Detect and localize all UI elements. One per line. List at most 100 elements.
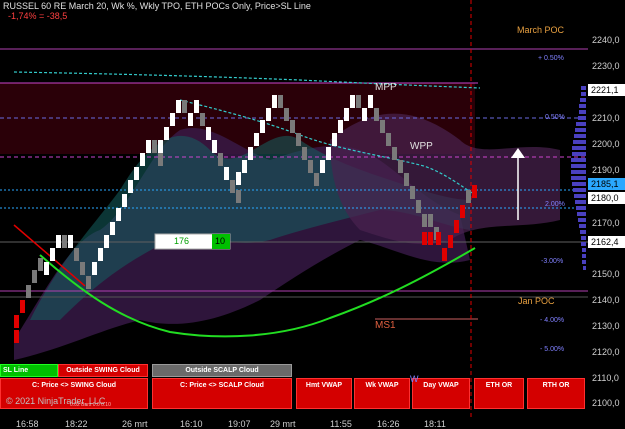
renko-bar (134, 167, 139, 180)
time-axis-label: 16:58 (16, 419, 39, 429)
day-vwap-label: Day VWAP (423, 382, 459, 389)
sl-line-button[interactable]: SL Line (0, 364, 58, 377)
price-axis-label: 2210,0 (592, 113, 620, 123)
profile-bar (572, 146, 586, 150)
profile-bar (581, 86, 586, 90)
price-tag-2221: 2221,1 (588, 84, 625, 96)
price-tag-current: 2185,1 (588, 178, 625, 190)
renko-bar (398, 160, 403, 173)
renko-bar (80, 262, 85, 275)
price-axis-label: 2110,0 (592, 373, 619, 383)
pct-label: 0.50% (545, 114, 565, 121)
renko-bar (68, 235, 73, 248)
renko-bar (436, 232, 441, 245)
copyright-text: © 2021 NinjaTrader, LLC (6, 396, 106, 406)
renko-bar (116, 208, 121, 221)
renko-bar (200, 113, 205, 126)
profile-bar (580, 98, 586, 102)
wk-vwap-button[interactable]: Wk VWAP (354, 378, 410, 409)
hmt-vwap-button[interactable]: Hmt VWAP (296, 378, 352, 409)
renko-bar (254, 133, 259, 146)
renko-bar (176, 100, 181, 113)
renko-bar (26, 285, 31, 298)
price-scalp-button[interactable]: C: Price <> SCALP Cloud (152, 378, 292, 409)
price-axis-label: 2120,0 (592, 347, 620, 357)
scalp-cloud-button[interactable]: Outside SCALP Cloud (152, 364, 292, 377)
profile-bar (575, 128, 586, 132)
day-vwap-button[interactable]: Day VWAP (412, 378, 470, 409)
purple-cloud (330, 113, 560, 245)
renko-bar (62, 235, 67, 248)
info-box-left-value: 176 (174, 236, 190, 246)
price-axis-label: 2130,0 (592, 321, 620, 331)
price-axis-label: 2140,0 (592, 295, 620, 305)
renko-bar (338, 120, 343, 133)
profile-bar (581, 236, 586, 240)
renko-bar (284, 108, 289, 121)
renko-bar (302, 147, 307, 160)
profile-bar (573, 140, 586, 144)
profile-bar (577, 212, 586, 216)
price-tag-2180: 2180,0 (588, 192, 625, 204)
renko-bar (188, 113, 193, 126)
renko-bar (230, 180, 235, 193)
wpp-label: WPP (410, 141, 433, 152)
renko-bar (170, 113, 175, 126)
renko-bar (272, 95, 277, 108)
renko-bar (110, 222, 115, 235)
renko-bar (422, 214, 427, 227)
renko-bar (146, 140, 151, 153)
renko-bar (236, 190, 241, 203)
renko-bar (74, 248, 79, 261)
profile-bar (582, 254, 586, 258)
renko-bar (368, 95, 373, 108)
rth-or-button[interactable]: RTH OR (527, 378, 585, 409)
renko-bar (460, 205, 465, 218)
price-axis-label: 2240,0 (592, 35, 620, 45)
profile-bar (571, 158, 586, 162)
profile-bar (579, 104, 586, 108)
swing-cloud-button[interactable]: Outside SWING Cloud (58, 364, 148, 377)
renko-bar (158, 140, 163, 153)
price-axis-label: 2150,0 (592, 269, 620, 279)
profile-bar (582, 248, 586, 252)
renko-bar (428, 214, 433, 227)
eth-or-label: ETH OR (485, 382, 513, 389)
time-axis-label: 11:55 (330, 419, 352, 429)
time-axis-label: 16:10 (180, 419, 203, 429)
renko-bar (428, 232, 433, 245)
price-axis-label: 2170,0 (592, 218, 620, 228)
renko-bar (92, 262, 97, 275)
renko-bar (44, 262, 49, 275)
price-axis-label: 2200,0 (592, 139, 620, 149)
renko-bar (86, 276, 91, 289)
w-label: W (410, 374, 419, 384)
jan-poc-label: Jan POC (518, 296, 555, 306)
renko-bar (224, 167, 229, 180)
profile-bar (571, 164, 586, 168)
renko-bar (236, 172, 241, 185)
renko-bar (290, 120, 295, 133)
time-axis-label: 16:26 (377, 419, 400, 429)
price-axis-label: 2100,0 (592, 398, 620, 408)
chart-title: RUSSEL 60 RE March 20, Wk %, Wkly TPO, E… (3, 1, 311, 11)
renko-bar (356, 95, 361, 108)
march-poc-label: March POC (517, 25, 565, 35)
time-axis-label: 26 mrt (122, 419, 148, 429)
profile-bar (578, 218, 586, 222)
profile-bar (581, 242, 586, 246)
rth-or-label: RTH OR (542, 382, 570, 389)
renko-bar (152, 140, 157, 153)
profile-bar (571, 170, 586, 174)
pct-label: -3.00% (541, 258, 564, 265)
renko-bar (122, 194, 127, 207)
renko-bar (314, 173, 319, 186)
eth-or-button[interactable]: ETH OR (474, 378, 524, 409)
renko-bar (374, 108, 379, 121)
renko-bar (212, 140, 217, 153)
renko-bar (422, 232, 427, 245)
renko-bar (454, 220, 459, 233)
renko-bar (104, 235, 109, 248)
renko-bar (362, 108, 367, 121)
renko-bar (466, 190, 471, 203)
